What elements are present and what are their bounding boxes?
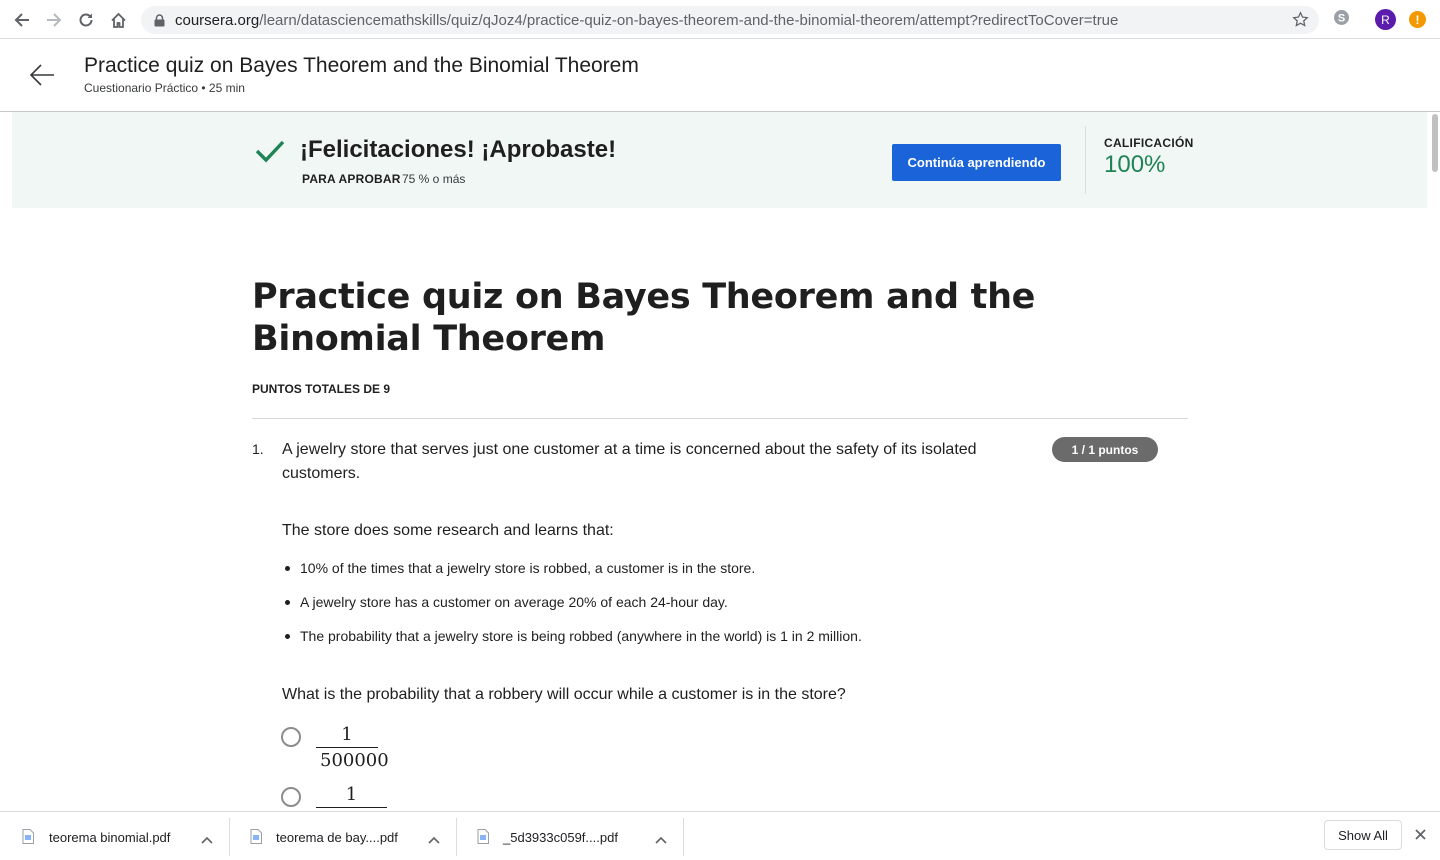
download-item[interactable]: _5d3933c059f....pdf bbox=[457, 818, 684, 856]
browser-toolbar: coursera.org/learn/datasciencemathskills… bbox=[0, 0, 1440, 39]
skype-extension-icon[interactable]: S bbox=[1333, 9, 1350, 31]
fraction-numerator: 1 bbox=[345, 784, 358, 805]
header-title: Practice quiz on Bayes Theorem and the B… bbox=[84, 54, 639, 77]
radio-button[interactable] bbox=[281, 787, 301, 807]
radio-button[interactable] bbox=[281, 727, 301, 747]
fraction: 1 bbox=[316, 784, 387, 810]
banner-divider bbox=[1085, 126, 1086, 194]
fact-item: A jewelry store has a customer on averag… bbox=[282, 592, 862, 626]
download-shelf: teorema binomial.pdf teorema de bay....p… bbox=[0, 811, 1440, 860]
scrollbar-thumb[interactable] bbox=[1432, 114, 1438, 172]
bookmark-star-icon[interactable] bbox=[1292, 11, 1309, 32]
chevron-up-icon[interactable] bbox=[201, 831, 213, 849]
fraction-bar bbox=[316, 807, 387, 808]
answer-option[interactable] bbox=[281, 727, 301, 747]
page-header: Practice quiz on Bayes Theorem and the B… bbox=[0, 39, 1440, 112]
fraction-numerator: 1 bbox=[341, 724, 353, 745]
profile-avatar[interactable]: R bbox=[1375, 9, 1396, 30]
update-alert-icon[interactable]: ! bbox=[1409, 11, 1426, 28]
download-filename: _5d3933c059f....pdf bbox=[503, 830, 618, 845]
question-prompt: What is the probability that a robbery w… bbox=[282, 686, 846, 703]
download-item[interactable]: teorema de bay....pdf bbox=[230, 818, 457, 856]
pass-threshold-value: 75 % o más bbox=[402, 172, 466, 186]
check-icon bbox=[255, 139, 285, 168]
back-arrow-icon[interactable] bbox=[28, 61, 58, 91]
points-badge: 1 / 1 puntos bbox=[1052, 437, 1158, 462]
fraction-bar bbox=[316, 747, 378, 748]
svg-text:S: S bbox=[1338, 13, 1345, 25]
fact-item: The probability that a jewelry store is … bbox=[282, 626, 862, 660]
forward-icon[interactable] bbox=[38, 4, 70, 36]
grade-value: 100% bbox=[1104, 151, 1166, 178]
reload-icon[interactable] bbox=[70, 4, 102, 36]
pdf-file-icon bbox=[250, 829, 262, 849]
fraction-denominator: 500000 bbox=[320, 750, 389, 771]
close-icon[interactable] bbox=[1414, 828, 1427, 846]
question-intro: A jewelry store that serves just one cus… bbox=[282, 441, 977, 482]
continue-learning-button[interactable]: Continúa aprendiendo bbox=[892, 144, 1061, 181]
page-scrollbar[interactable] bbox=[1430, 112, 1440, 812]
congrats-message: ¡Felicitaciones! ¡Aprobaste! bbox=[300, 136, 617, 163]
header-subtitle: Cuestionario Práctico • 25 min bbox=[84, 81, 245, 95]
fact-list: 10% of the times that a jewelry store is… bbox=[282, 558, 862, 660]
pdf-file-icon bbox=[477, 829, 489, 849]
show-all-button[interactable]: Show All bbox=[1324, 820, 1402, 850]
home-icon[interactable] bbox=[102, 4, 134, 36]
divider bbox=[252, 418, 1188, 419]
answer-option[interactable] bbox=[281, 787, 301, 807]
pass-banner: ¡Felicitaciones! ¡Aprobaste! PARA APROBA… bbox=[12, 112, 1427, 208]
chevron-up-icon[interactable] bbox=[428, 831, 440, 849]
lock-icon bbox=[154, 13, 166, 27]
fraction: 1 500000 bbox=[316, 724, 389, 771]
pass-threshold-label: PARA APROBAR bbox=[302, 172, 401, 186]
grade-label: CALIFICACIÓN bbox=[1104, 136, 1194, 150]
address-bar[interactable]: coursera.org/learn/datasciencemathskills… bbox=[141, 6, 1319, 34]
back-icon[interactable] bbox=[6, 4, 38, 36]
quiz-title: Practice quiz on Bayes Theorem and the B… bbox=[252, 277, 1036, 359]
download-item[interactable]: teorema binomial.pdf bbox=[0, 818, 230, 856]
research-intro: The store does some research and learns … bbox=[282, 522, 614, 539]
download-filename: teorema de bay....pdf bbox=[276, 830, 398, 845]
download-filename: teorema binomial.pdf bbox=[49, 830, 171, 845]
pdf-file-icon bbox=[22, 829, 34, 849]
url-host: coursera.org bbox=[175, 11, 260, 29]
chevron-up-icon[interactable] bbox=[655, 831, 667, 849]
question-number: 1. bbox=[252, 441, 264, 457]
fact-item: 10% of the times that a jewelry store is… bbox=[282, 558, 862, 592]
total-points: PUNTOS TOTALES DE 9 bbox=[252, 382, 391, 396]
url-path: /learn/datasciencemathskills/quiz/qJoz4/… bbox=[259, 11, 1119, 29]
